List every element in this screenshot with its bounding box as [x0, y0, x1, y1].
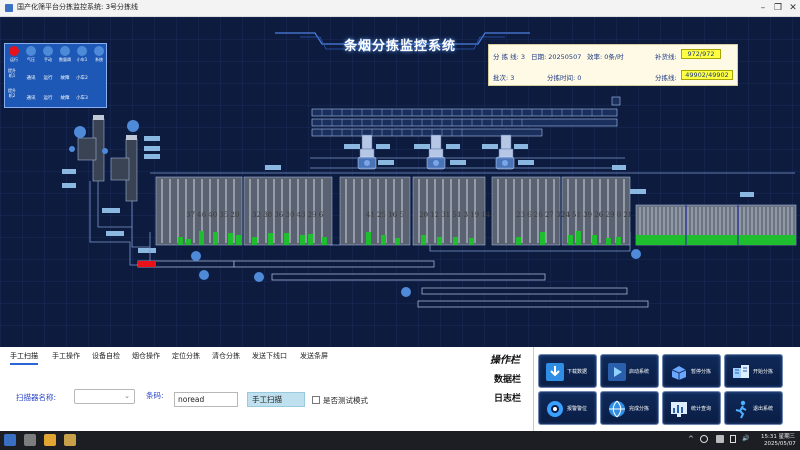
- exit-icon: [735, 400, 747, 419]
- folder-icon[interactable]: [44, 434, 56, 446]
- taskbar: ^ 🔊 15:31 星期三 2025/05/07: [0, 431, 800, 450]
- quantity-lamp-icon: [60, 46, 70, 56]
- system-lamp-icon: [94, 46, 104, 56]
- clock-time[interactable]: 15:31 星期三: [761, 432, 795, 440]
- tab-clear-sort[interactable]: 清仓分拣: [212, 351, 240, 361]
- bin-group-2-numbers: 32 38 36 30 43 29 6: [252, 211, 324, 219]
- alarm-reset-button[interactable]: 报警警位: [538, 391, 597, 425]
- battery-icon: [730, 435, 736, 443]
- log-bar-label: 日志栏: [494, 394, 522, 404]
- manual-scan-button[interactable]: 手工扫描: [247, 392, 305, 407]
- tab-bin-operation[interactable]: 烟仓操作: [132, 351, 160, 361]
- cart3-label: 小车3: [76, 96, 88, 101]
- info-panel: 分 拣 线: 3 日期: 20250507 效率: 0条/时 补货线: 972/…: [488, 44, 738, 86]
- bin-group-3-numbers: 41 25 16 5: [366, 211, 404, 219]
- hoist1-comm: 通讯: [26, 76, 36, 81]
- bin-group-6-numbers: 24 51 39 26 29 0 21: [561, 211, 633, 219]
- sort-efficiency: 效率: 0条/时: [587, 53, 624, 61]
- keyboard-icon[interactable]: [716, 435, 724, 443]
- sort-icon: [733, 365, 749, 378]
- pause-icon: [671, 366, 687, 380]
- start-menu-icon[interactable]: [4, 434, 16, 446]
- status-run: 运行: [6, 45, 22, 65]
- status-air-pressure: 气压: [23, 45, 39, 65]
- hoist2-label: 提升机2: [8, 88, 16, 98]
- download-data-button[interactable]: 下载数据: [538, 354, 597, 388]
- close-button[interactable]: ✕: [786, 2, 800, 14]
- app-icon: [5, 4, 13, 12]
- finish-sort-button[interactable]: 完成分拣: [600, 391, 659, 425]
- pause-sort-button[interactable]: 暂停分拣: [662, 354, 721, 388]
- hoist1-fault: 故障: [60, 76, 70, 81]
- operation-bar-label: 操作栏: [490, 355, 520, 366]
- scada-monitor-area: 条烟分拣监控系统 运行 气压 手动 数量阈 小车1 系统 提升机1 通讯 运行: [0, 17, 800, 347]
- speaker-icon[interactable]: 🔊: [742, 435, 749, 442]
- hoist2-run: 运行: [43, 96, 53, 101]
- minimize-button[interactable]: –: [756, 2, 770, 14]
- batch-number: 批次: 3: [493, 74, 515, 82]
- tab-send-exit[interactable]: 发送下线口: [252, 351, 287, 361]
- manual-scan-form: 扫描器名称: ⌄ 条码: 手工扫描 是否测试模式 操作栏 数据栏 日志栏: [0, 355, 532, 431]
- sortline-label: 分拣线:: [655, 74, 677, 82]
- scanner-select[interactable]: ⌄: [74, 389, 135, 404]
- function-button-panel: 下载数据 启动系统 暂停分拣 开始分拣 报警警位 完成分拣 统计查询 退出系统: [533, 347, 800, 431]
- bin-group-4-numbers: 20 12 31 51 3 19 14: [419, 211, 491, 219]
- sort-date: 日期: 20250507: [531, 53, 582, 61]
- globe-icon: [609, 400, 625, 418]
- status-quantity: 数量阈: [57, 45, 73, 65]
- restock-value: 972/972: [681, 49, 721, 59]
- chart-icon: [671, 402, 687, 417]
- hoist-machines: [69, 115, 139, 202]
- bin-group-1-numbers: 37 46 40 35 20: [186, 211, 240, 219]
- hoist1-run: 运行: [43, 76, 53, 81]
- bin-group-5-numbers: 23 6 26 27 37: [516, 211, 565, 219]
- tab-device-check[interactable]: 设备自检: [92, 351, 120, 361]
- exit-system-button[interactable]: 退出系统: [724, 391, 783, 425]
- tab-send-screen[interactable]: 发送条屏: [300, 351, 328, 361]
- hoist2-fault: 故障: [60, 96, 70, 101]
- status-panel: 运行 气压 手动 数量阈 小车1 系统 提升机1 通讯 运行 故障 小车2 提升…: [4, 43, 107, 108]
- status-manual: 手动: [40, 45, 56, 65]
- window-titlebar: 国产化筛平台分拣监控系统: 3号分拣线 – ❐ ✕: [0, 0, 800, 17]
- manual-lamp-icon: [43, 46, 53, 56]
- download-icon: [546, 363, 564, 381]
- sort-time: 分拣时间: 0: [547, 74, 582, 82]
- hoist1-label: 提升机1: [8, 68, 16, 78]
- status-cart1: 小车1: [74, 45, 90, 65]
- chevron-down-icon: ⌄: [124, 392, 130, 400]
- tray-expand-icon[interactable]: ^: [688, 435, 694, 443]
- monitor-title: 条烟分拣监控系统: [343, 39, 456, 54]
- clock-date: 2025/05/07: [764, 441, 796, 447]
- sortline-value: 49902/49902: [681, 70, 733, 80]
- barcode-input[interactable]: [174, 392, 238, 407]
- test-mode-checkbox[interactable]: [312, 396, 320, 404]
- sort-line-number: 分 拣 线: 3: [493, 53, 526, 61]
- start-system-button[interactable]: 启动系统: [600, 354, 659, 388]
- window-title: 国产化筛平台分拣监控系统: 3号分拣线: [17, 3, 139, 11]
- cart2-label: 小车2: [76, 76, 88, 81]
- tab-locate-sort[interactable]: 定位分拣: [172, 351, 200, 361]
- test-mode-label: 是否测试模式: [323, 396, 368, 405]
- network-icon[interactable]: [700, 435, 708, 443]
- start-icon: [608, 363, 626, 381]
- start-sort-button[interactable]: 开始分拣: [724, 354, 783, 388]
- restock-label: 补货线:: [655, 53, 677, 61]
- barcode-label: 条码:: [146, 391, 164, 400]
- tab-strip: 手工扫描 手工操作 设备自检 烟仓操作 定位分拣 清仓分拣 发送下线口 发送条屏: [0, 347, 532, 365]
- status-system: 系统: [91, 45, 107, 65]
- alarm-icon: [547, 401, 563, 417]
- files-icon[interactable]: [24, 434, 36, 446]
- app-taskbar-icon[interactable]: [64, 434, 76, 446]
- air-pressure-lamp-icon: [26, 46, 36, 56]
- run-lamp-icon: [9, 46, 19, 56]
- maximize-button[interactable]: ❐: [771, 2, 785, 14]
- data-bar-label: 数据栏: [494, 375, 522, 385]
- tab-manual-scan[interactable]: 手工扫描: [10, 351, 38, 365]
- scanner-name-label: 扫描器名称:: [16, 393, 57, 402]
- statistics-query-button[interactable]: 统计查询: [662, 391, 721, 425]
- cart1-lamp-icon: [77, 46, 87, 56]
- tab-manual-operation[interactable]: 手工操作: [52, 351, 80, 361]
- hoist2-comm: 通讯: [26, 96, 36, 101]
